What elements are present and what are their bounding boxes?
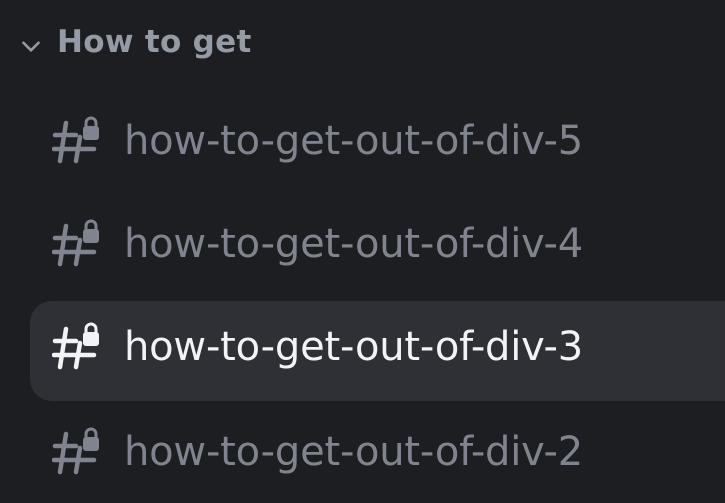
channel-item[interactable]: how-to-get-out-of-div-2 <box>30 406 725 503</box>
channel-name: how-to-get-out-of-div-3 <box>124 324 584 370</box>
channel-name: how-to-get-out-of-div-2 <box>124 429 584 475</box>
channel-name: how-to-get-out-of-div-4 <box>124 221 584 267</box>
locked-text-channel-icon <box>52 427 99 475</box>
locked-text-channel-icon <box>52 322 99 370</box>
locked-text-channel-icon <box>52 219 99 267</box>
locked-text-channel-icon <box>52 116 99 164</box>
category-header[interactable]: How to get <box>0 20 725 72</box>
channel-sidebar: How to get how-to-get-out-of-div-5 how-t… <box>0 0 725 503</box>
channel-item[interactable]: how-to-get-out-of-div-4 <box>30 198 725 298</box>
channel-name: how-to-get-out-of-div-5 <box>124 118 584 164</box>
channel-item[interactable]: how-to-get-out-of-div-5 <box>30 95 725 195</box>
channel-item-active[interactable]: how-to-get-out-of-div-3 <box>30 301 725 401</box>
category-label: How to get <box>57 24 252 60</box>
chevron-down-icon[interactable] <box>18 33 44 59</box>
